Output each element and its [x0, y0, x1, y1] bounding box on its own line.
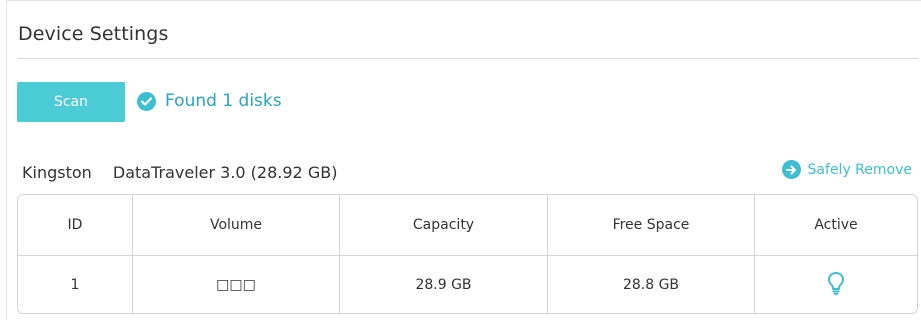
device-info: Kingston DataTraveler 3.0 (28.92 GB) [22, 163, 337, 182]
column-header-free-space: Free Space [547, 195, 755, 256]
column-header-id: ID [18, 195, 133, 256]
device-model: DataTraveler 3.0 (28.92 GB) [112, 163, 338, 182]
cell-id: 1 [18, 255, 133, 313]
disk-table: ID Volume Capacity Free Space Active 1 □… [17, 194, 918, 314]
scan-status: Found 1 disks [137, 91, 282, 111]
lightbulb-icon[interactable] [827, 271, 845, 299]
cell-active [755, 255, 918, 313]
safely-remove-label: Safely Remove [807, 161, 912, 178]
section-title: Device Settings [18, 23, 169, 45]
table-header-row: ID Volume Capacity Free Space Active [18, 195, 917, 256]
title-divider [18, 58, 918, 59]
arrow-right-circle-icon [781, 160, 801, 179]
table-row: 1 □□□ 28.9 GB 28.8 GB [18, 255, 918, 313]
cell-volume: □□□ [132, 255, 340, 313]
scan-status-text: Found 1 disks [165, 91, 282, 111]
scan-button[interactable]: Scan [17, 82, 125, 122]
device-vendor: Kingston [22, 163, 92, 182]
column-header-capacity: Capacity [339, 195, 548, 256]
column-header-volume: Volume [132, 195, 340, 256]
safely-remove-link[interactable]: Safely Remove [781, 160, 912, 179]
column-header-active: Active [754, 195, 917, 256]
check-circle-icon [137, 91, 156, 111]
cell-capacity: 28.9 GB [339, 255, 548, 313]
cell-free-space: 28.8 GB [547, 255, 755, 313]
device-settings-panel: Device Settings Scan Found 1 disks Kings… [6, 0, 921, 320]
